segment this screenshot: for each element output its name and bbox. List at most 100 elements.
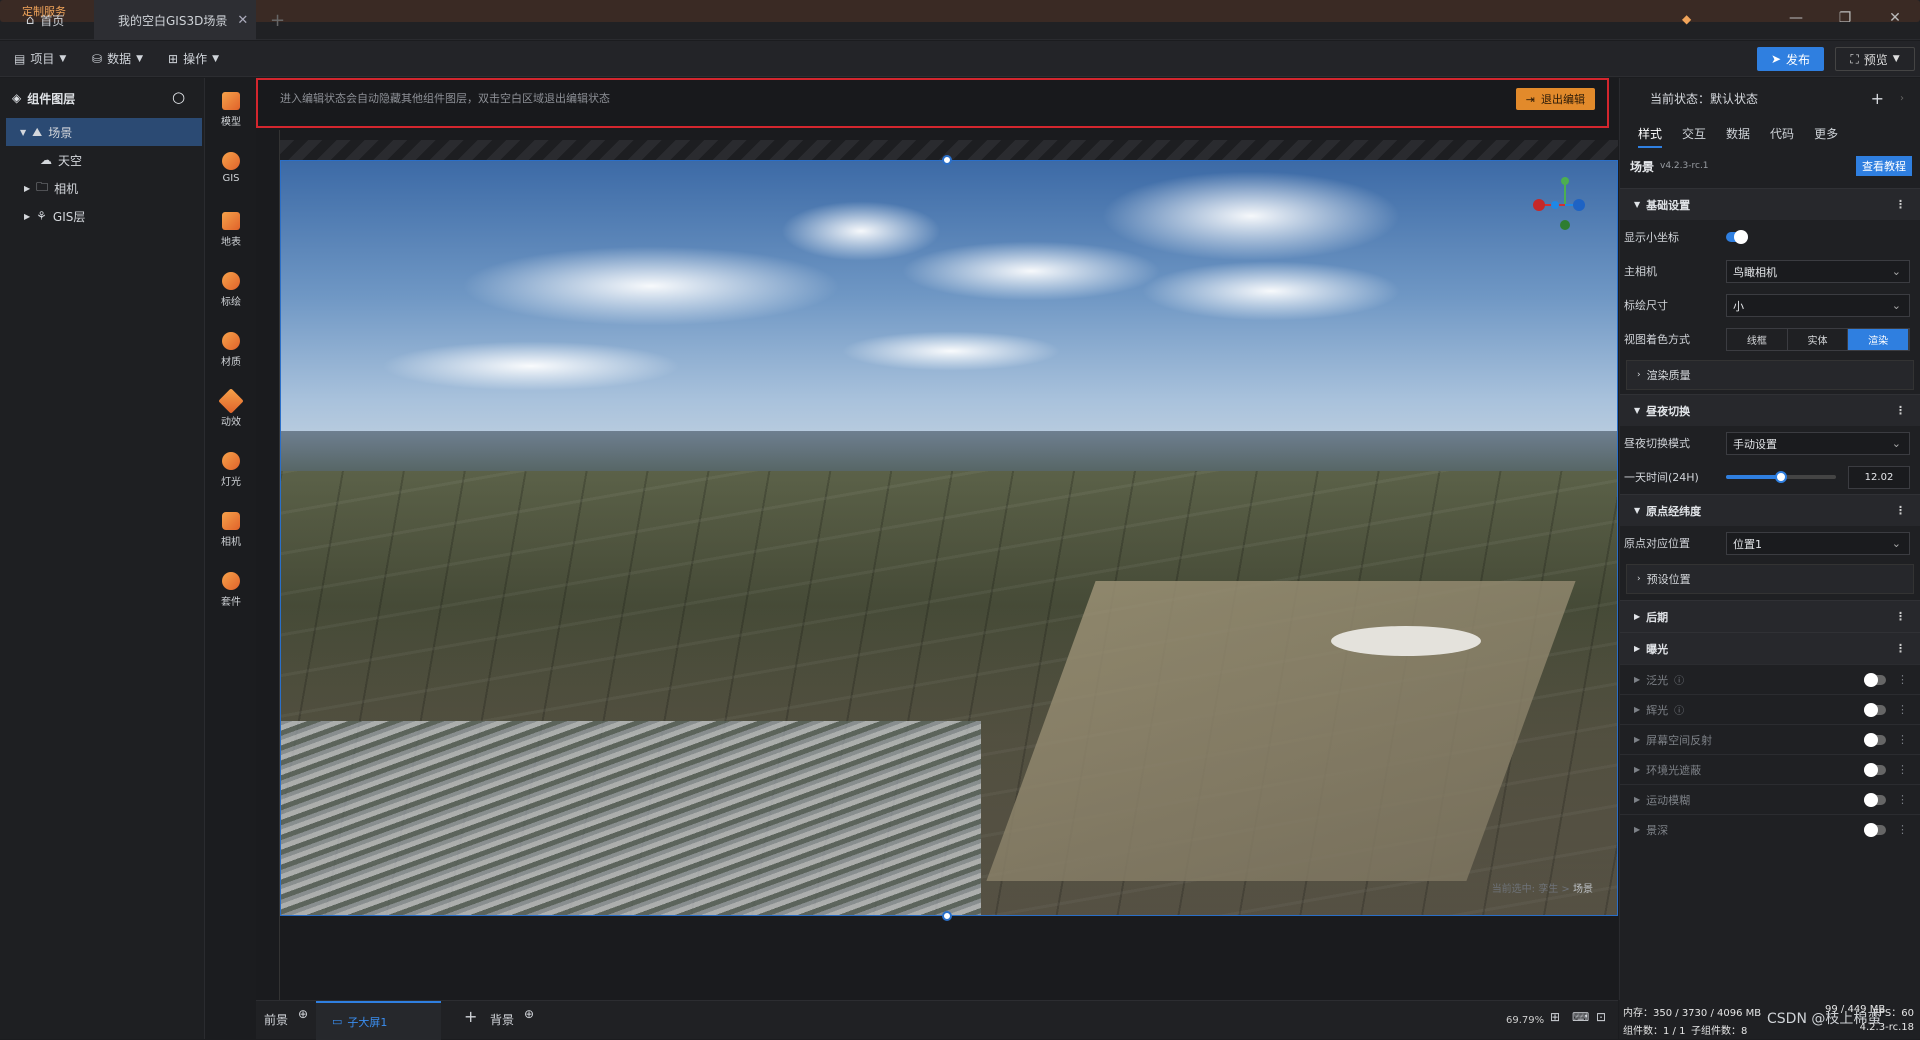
tree-item-sky[interactable]: ☁ 天空: [0, 146, 204, 174]
effect-bloom[interactable]: ▶ 泛光 ⓘ ⋮: [1620, 664, 1920, 694]
more-icon[interactable]: ⋮: [1897, 763, 1908, 776]
tab-home[interactable]: ⌂ 首页: [0, 0, 92, 40]
tab-interaction[interactable]: 交互: [1682, 125, 1706, 148]
axes-gizmo-icon[interactable]: [1527, 175, 1597, 235]
effect-ssr[interactable]: ▶ 屏幕空间反射 ⋮: [1620, 724, 1920, 754]
tree-item-gis[interactable]: ▶ ⚘ GIS层: [0, 202, 204, 230]
section-origin[interactable]: ▼ 原点经纬度 ⋮: [1620, 494, 1920, 526]
effect-ao[interactable]: ▶ 环境光遮蔽 ⋮: [1620, 754, 1920, 784]
fit-icon[interactable]: ⊞: [1550, 1010, 1560, 1024]
child-screen-tab[interactable]: ▭ 子大屏1: [316, 1001, 441, 1040]
preset-position-group[interactable]: › 预设位置: [1626, 564, 1914, 594]
section-day-night[interactable]: ▼ 昼夜切换 ⋮: [1620, 394, 1920, 426]
more-icon[interactable]: ⋮: [1897, 703, 1908, 716]
component-model[interactable]: 模型: [206, 92, 256, 128]
add-state-icon[interactable]: +: [1871, 89, 1884, 108]
component-kit[interactable]: 套件: [206, 572, 256, 608]
section-post[interactable]: ▶ 后期 ⋮: [1620, 600, 1920, 632]
more-icon[interactable]: ⋮: [1895, 198, 1906, 211]
component-camera[interactable]: 相机: [206, 512, 256, 548]
add-icon[interactable]: +: [464, 1007, 477, 1026]
background-tab[interactable]: 背景: [490, 1011, 514, 1028]
selection-item[interactable]: 场景: [1573, 884, 1593, 895]
component-gis[interactable]: GIS: [206, 152, 256, 184]
main-camera-select[interactable]: 鸟瞰相机 ⌄: [1726, 260, 1910, 283]
terminal-icon[interactable]: ⊡: [1596, 1010, 1606, 1024]
close-icon[interactable]: ✕: [237, 13, 248, 28]
effect-motion-blur[interactable]: ▶ 运动模糊 ⋮: [1620, 784, 1920, 814]
tab-code[interactable]: 代码: [1770, 125, 1794, 148]
resize-handle[interactable]: [942, 155, 952, 165]
menu-project[interactable]: ▤ 项目 ▼: [14, 50, 66, 67]
minimize-icon[interactable]: —: [1786, 10, 1806, 26]
scene-viewport[interactable]: 当前选中: 孪生 > 场景: [280, 160, 1618, 916]
component-material[interactable]: 材质: [206, 332, 256, 368]
help-icon[interactable]: ⓘ: [1674, 672, 1684, 687]
view-tutorial-button[interactable]: 查看教程: [1856, 156, 1912, 176]
restore-icon[interactable]: ❐: [1835, 10, 1855, 26]
tab-scene[interactable]: 我的空白GIS3D场景 ✕: [94, 0, 256, 40]
close-window-icon[interactable]: ✕: [1885, 10, 1905, 26]
effect-glow[interactable]: ▶ 辉光 ⓘ ⋮: [1620, 694, 1920, 724]
plot-size-select[interactable]: 小 ⌄: [1726, 294, 1910, 317]
more-icon[interactable]: ⋮: [1895, 642, 1906, 655]
tab-style[interactable]: 样式: [1638, 125, 1663, 148]
day-time-input[interactable]: 12.02: [1848, 466, 1910, 489]
more-icon[interactable]: ⋮: [1895, 504, 1906, 517]
more-icon[interactable]: ⋮: [1895, 404, 1906, 417]
component-effect[interactable]: 动效: [206, 388, 256, 428]
component-surface[interactable]: 地表: [206, 212, 256, 248]
search-icon[interactable]: ○: [172, 88, 185, 106]
properties-panel: 当前状态： 默认状态 + › 样式 交互 数据 代码 更多 场景 v4.2.3-…: [1619, 78, 1920, 1039]
keyboard-icon[interactable]: ⌨: [1572, 1010, 1589, 1024]
memory-stat: 内存：350 / 3730 / 4096 MB: [1623, 1008, 1762, 1019]
chevron-right-icon[interactable]: ›: [1900, 93, 1904, 104]
menu-data[interactable]: ⛁ 数据 ▼: [92, 50, 143, 67]
more-icon[interactable]: ⋮: [1897, 673, 1908, 686]
more-icon[interactable]: ⋮: [1897, 793, 1908, 806]
resize-handle[interactable]: [942, 911, 952, 921]
exit-edit-button[interactable]: ⇥ 退出编辑: [1515, 88, 1595, 110]
publish-button[interactable]: ➤ 发布: [1757, 47, 1824, 71]
component-light[interactable]: 灯光: [206, 452, 256, 488]
motion-blur-toggle[interactable]: [1864, 793, 1886, 807]
section-basic[interactable]: ▼ 基础设置 ⋮: [1620, 188, 1920, 220]
glow-toggle[interactable]: [1864, 703, 1886, 717]
foreground-tab[interactable]: 前景: [264, 1011, 288, 1028]
selection-item[interactable]: 孪生: [1538, 884, 1558, 895]
render-quality-group[interactable]: › 渲染质量: [1626, 360, 1914, 390]
more-icon[interactable]: ⋮: [1897, 823, 1908, 836]
component-plot[interactable]: 标绘: [206, 272, 256, 308]
show-axes-toggle[interactable]: [1726, 230, 1748, 244]
slider-thumb[interactable]: [1775, 471, 1787, 483]
add-tab-button[interactable]: +: [270, 0, 285, 40]
bloom-toggle[interactable]: [1864, 673, 1886, 687]
tab-data[interactable]: 数据: [1726, 125, 1750, 148]
group-title: 预设位置: [1646, 573, 1691, 586]
shading-solid[interactable]: 实体: [1788, 329, 1849, 350]
current-state-value[interactable]: 默认状态: [1710, 90, 1758, 107]
section-exposure[interactable]: ▶ 曝光 ⋮: [1620, 632, 1920, 664]
origin-position-select[interactable]: 位置1 ⌄: [1726, 532, 1910, 555]
add-circle-icon[interactable]: ⊕: [524, 1007, 534, 1021]
tree-item-camera[interactable]: ▶ 🗀 相机: [0, 174, 204, 202]
dof-toggle[interactable]: [1864, 823, 1886, 837]
tab-more[interactable]: 更多: [1814, 125, 1838, 148]
more-icon[interactable]: ⋮: [1895, 610, 1906, 623]
add-circle-icon[interactable]: ⊕: [298, 1007, 308, 1021]
day-time-slider[interactable]: [1726, 471, 1836, 483]
custom-service-button[interactable]: 定制服务: [0, 0, 1920, 22]
tree-item-scene[interactable]: ▼ ⛰ 场景: [6, 118, 202, 146]
cloud: [1101, 171, 1401, 261]
effect-dof[interactable]: ▶ 景深 ⋮: [1620, 814, 1920, 844]
menu-operate[interactable]: ⊞ 操作 ▼: [168, 50, 219, 67]
preview-button[interactable]: ⛶ 预览 ▼: [1835, 47, 1915, 71]
ssr-toggle[interactable]: [1864, 733, 1886, 747]
effect-label: 景深: [1646, 823, 1669, 837]
shading-wireframe[interactable]: 线框: [1727, 329, 1788, 350]
help-icon[interactable]: ⓘ: [1674, 702, 1684, 717]
ao-toggle[interactable]: [1864, 763, 1886, 777]
shading-render[interactable]: 渲染: [1848, 329, 1910, 350]
more-icon[interactable]: ⋮: [1897, 733, 1908, 746]
day-night-mode-select[interactable]: 手动设置 ⌄: [1726, 432, 1910, 455]
